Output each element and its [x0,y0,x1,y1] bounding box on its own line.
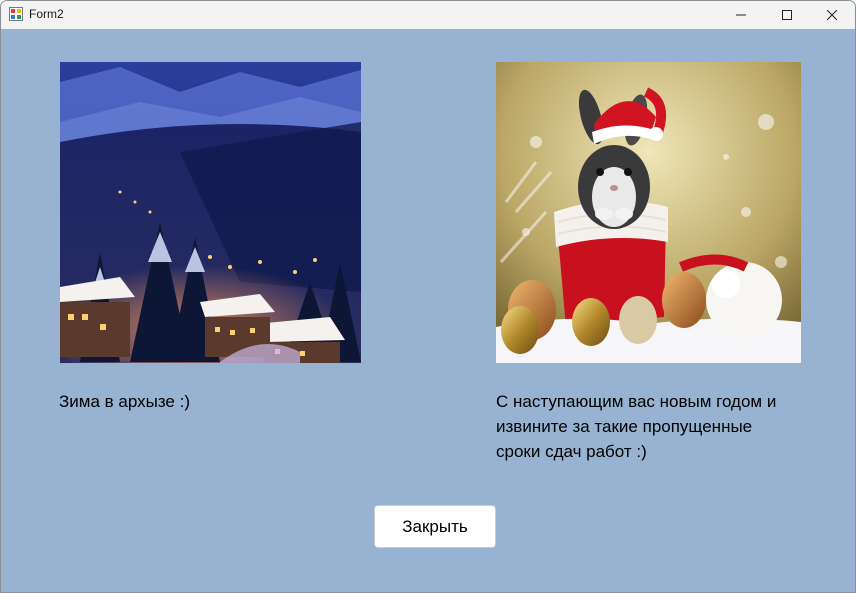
form2-window: Form2 Зима в архызе:) С наступающим вас… [0,0,856,593]
christmas-bunny-photo [496,62,801,363]
close-icon [827,10,837,20]
minimize-button[interactable] [718,1,764,29]
app-icon [9,7,23,21]
winter-village-photo [60,62,361,363]
close-window-button[interactable] [809,1,855,29]
window-title: Form2 [29,7,64,21]
close-button[interactable]: Закрыть [374,505,496,548]
christmas-bunny-picture [496,62,801,363]
right-caption-label: С наступающим вас новым годом и извините… [496,392,777,461]
maximize-button[interactable] [764,1,810,29]
form-client-area: Зима в архызе :) С наступающим вас новым… [1,29,855,592]
winter-village-picture [60,62,361,363]
maximize-icon [782,10,792,20]
title-bar[interactable]: Form2 [1,1,855,29]
left-caption-label: Зима в архызе :) [59,392,190,411]
minimize-icon [736,14,746,16]
